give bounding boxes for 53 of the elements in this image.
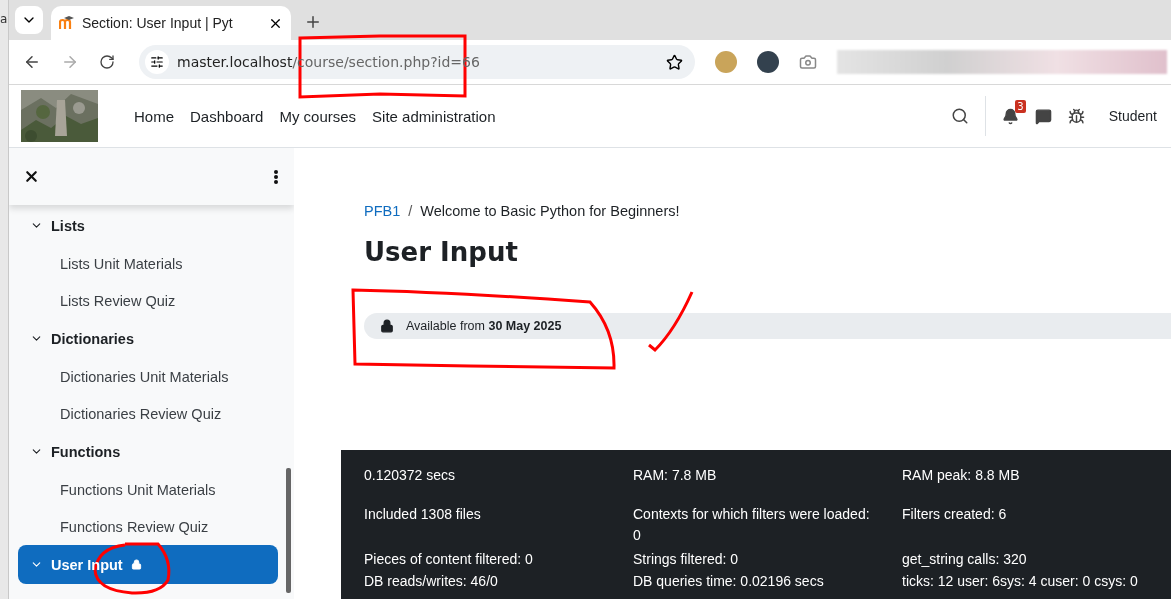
section-item[interactable]: Dictionaries [18, 319, 278, 358]
activity-link[interactable]: Functions Unit Materials [18, 471, 278, 508]
performance-stat: Contexts for which filters were loaded: 0 [633, 505, 871, 545]
messages-button[interactable] [1034, 107, 1052, 125]
scrollbar-thumb[interactable] [286, 468, 291, 593]
performance-stat: DB queries time: 0.02196 secs [633, 572, 825, 591]
performance-stat: RAM: 7.8 MB [633, 466, 718, 485]
lock-icon [380, 319, 394, 333]
section-item[interactable]: Lists [18, 206, 278, 245]
performance-stat: Pieces of content filtered: 0 [364, 550, 534, 569]
user-menu[interactable]: Student [1108, 108, 1157, 124]
camera-button[interactable] [799, 53, 817, 71]
performance-stat: ticks: 12 user: 6sys: 4 cuser: 0 csys: 0 [902, 572, 1139, 591]
notification-count: 3 [1015, 99, 1026, 113]
more-icon [274, 169, 278, 184]
extension-icon[interactable] [757, 51, 779, 73]
plus-icon [304, 13, 322, 31]
breadcrumb-item: Welcome to Basic Python for Beginners! [420, 203, 680, 219]
close-button[interactable] [23, 168, 40, 185]
performance-stat: 0.120372 secs [364, 466, 457, 485]
nav-link[interactable]: Home [134, 107, 174, 125]
section-item[interactable]: Functions [18, 432, 278, 471]
activity-link[interactable]: Dictionaries Review Quiz [18, 395, 278, 432]
notifications-button[interactable] [1001, 107, 1019, 125]
site-settings-icon [145, 50, 169, 74]
performance-stat: get_string calls: 320 [902, 550, 1028, 569]
nav-link[interactable]: Dashboard [190, 107, 264, 125]
availability-text: Available from 30 May 2025 [406, 319, 562, 333]
breadcrumb-link[interactable]: PFB1 [364, 203, 401, 219]
nav-link[interactable]: Site administration [372, 107, 496, 125]
checkmark-drawing [648, 291, 694, 352]
activity-link[interactable]: Lists Review Quiz [18, 282, 278, 319]
browser-tab[interactable]: Section: User Input | Pyt [51, 6, 291, 40]
performance-stat: DB reads/writes: 46/0 [364, 572, 499, 591]
performance-stat: Strings filtered: 0 [633, 550, 740, 569]
activity-link[interactable]: Lists Unit Materials [18, 245, 278, 282]
bookmark-star-icon [666, 53, 683, 71]
bug-button[interactable] [1067, 107, 1085, 125]
nav-link[interactable]: My courses [279, 107, 357, 125]
more-button[interactable] [274, 169, 278, 184]
reload-button[interactable] [99, 54, 115, 70]
performance-stat: RAM peak: 8.8 MB [902, 466, 1021, 485]
search-button[interactable] [950, 107, 969, 125]
performance-stat: Included 1308 files [364, 505, 482, 524]
tab-list-button[interactable] [15, 6, 43, 34]
activity-link[interactable]: Dictionaries Unit Materials [18, 358, 278, 395]
activity-link[interactable]: Functions Review Quiz [18, 508, 278, 545]
breadcrumb-separator: / [408, 203, 413, 219]
performance-stat: Filters created: 6 [902, 505, 1008, 524]
site-logo-icon [59, 16, 75, 30]
back-button[interactable] [23, 53, 41, 71]
page-title: User Input [364, 237, 519, 267]
tab-title[interactable]: a [0, 12, 8, 26]
